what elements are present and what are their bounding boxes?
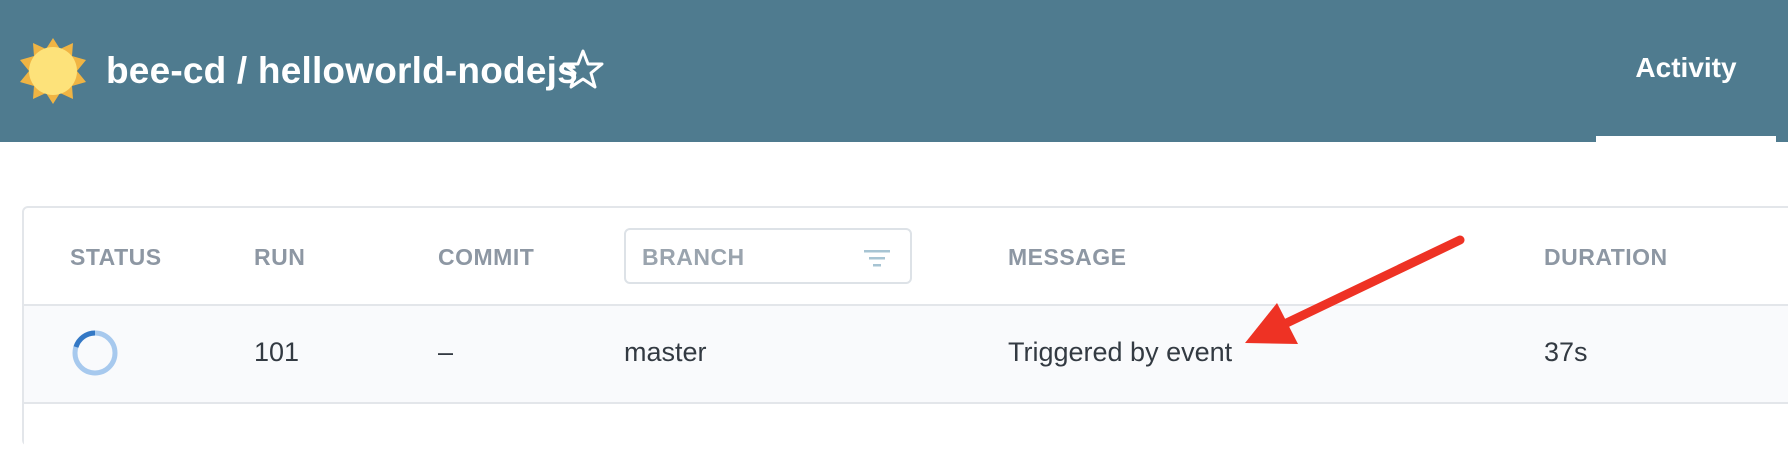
active-tab-indicator (1596, 136, 1776, 142)
table-row[interactable]: 101 – master Triggered by event 37s (24, 306, 1788, 404)
column-header-duration: DURATION (1544, 244, 1668, 270)
activity-table: STATUS RUN COMMIT MESSAGE DURATION 101 –… (22, 206, 1788, 464)
filter-icon (864, 250, 890, 267)
column-header-run: RUN (254, 244, 306, 270)
commit-id: – (438, 337, 454, 367)
run-number[interactable]: 101 (254, 337, 299, 368)
branch-filter-field[interactable] (624, 228, 912, 284)
run-duration: 37s (1544, 337, 1588, 367)
top-header: bee-cd / helloworld-nodejs Activity (0, 0, 1788, 142)
run-message: Triggered by event (1008, 337, 1233, 367)
column-header-message: MESSAGE (1008, 244, 1127, 270)
star-outline-icon[interactable] (562, 48, 604, 90)
table-row[interactable] (24, 404, 1788, 464)
column-header-status: STATUS (70, 244, 162, 270)
branch-filter-input[interactable] (642, 240, 862, 274)
tab-activity-label: Activity (1635, 52, 1737, 83)
pipeline-title[interactable]: bee-cd / helloworld-nodejs (106, 48, 578, 94)
weather-sunny-icon[interactable] (20, 38, 86, 104)
column-header-commit: COMMIT (438, 244, 535, 270)
tab-activity[interactable]: Activity (1596, 0, 1776, 142)
branch-name: master (624, 337, 707, 367)
in-progress-ring-icon (72, 330, 118, 376)
table-header: STATUS RUN COMMIT MESSAGE DURATION (24, 208, 1788, 306)
